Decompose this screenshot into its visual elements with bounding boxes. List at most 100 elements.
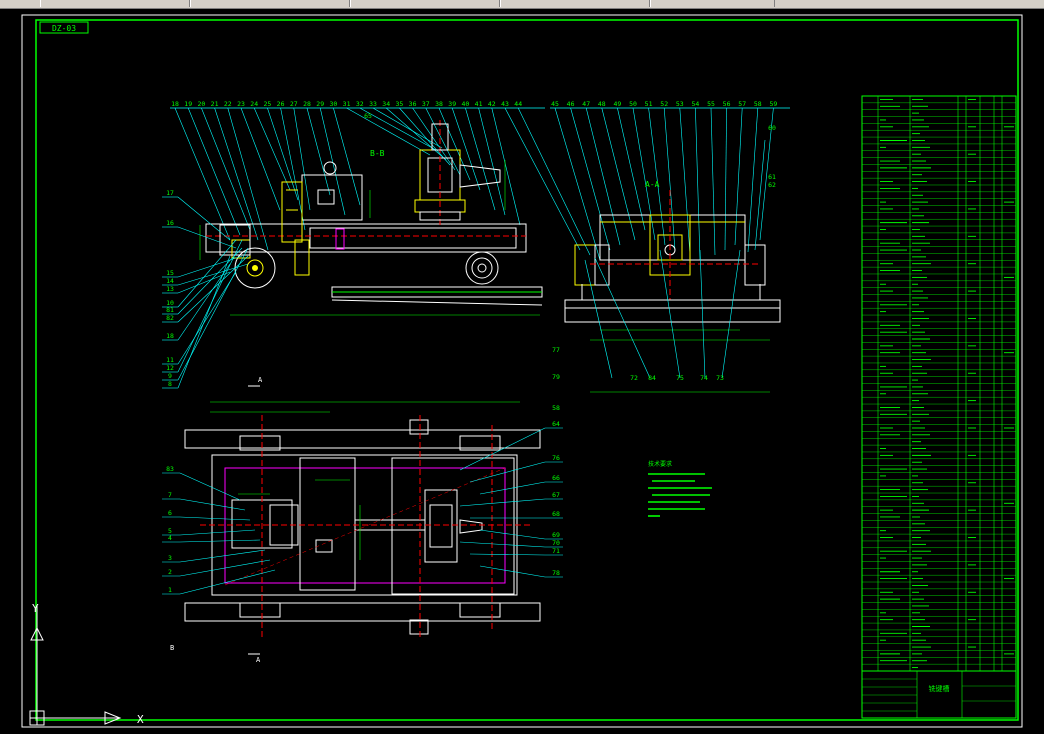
ucs-icon: Y X <box>29 602 144 726</box>
balloon-left-81: 81 <box>166 306 174 314</box>
balloon-27: 27 <box>290 100 298 108</box>
balloon-58: 58 <box>754 100 762 108</box>
balloon-28: 28 <box>303 100 311 108</box>
balloon-left-11: 11 <box>166 356 174 364</box>
balloon-26: 26 <box>277 100 285 108</box>
balloon-left-13: 13 <box>166 285 174 293</box>
balloon-misc-84: 84 <box>648 374 656 382</box>
balloon-32: 32 <box>356 100 364 108</box>
parts-list-table: 铣键槽 <box>861 95 1017 719</box>
toolbar-tab[interactable] <box>350 0 500 7</box>
balloon-left-15: 15 <box>166 269 174 277</box>
balloon-left-9: 9 <box>168 372 172 380</box>
balloon-30: 30 <box>329 100 337 108</box>
balloon-55: 55 <box>707 100 715 108</box>
balloon-misc-65: 65 <box>364 112 372 120</box>
balloon-41: 41 <box>475 100 483 108</box>
toolbar-tab[interactable] <box>500 0 650 7</box>
balloon-misc-58: 58 <box>552 404 560 412</box>
balloon-44: 44 <box>514 100 522 108</box>
balloon-plan-2: 2 <box>168 568 172 576</box>
section-aa-view: A-A <box>564 139 781 393</box>
balloon-left-18: 18 <box>166 332 174 340</box>
balloon-38: 38 <box>435 100 443 108</box>
balloon-19: 19 <box>184 100 192 108</box>
balloon-54: 54 <box>691 100 699 108</box>
balloon-left-16: 16 <box>166 219 174 227</box>
balloon-misc-74: 74 <box>700 374 708 382</box>
balloon-plan-6: 6 <box>168 509 172 517</box>
technical-requirements-note: 技术要求 <box>648 460 712 517</box>
cad-drawing-canvas[interactable]: DZ-03 18 19 20 21 22 23 24 25 26 27 28 29 30 31 32 33 34… <box>0 8 1044 734</box>
balloon-46: 46 <box>567 100 575 108</box>
view-marker-bottom-a: A <box>256 656 261 664</box>
section-aa-label: A-A <box>645 180 660 189</box>
balloon-37: 37 <box>422 100 430 108</box>
balloon-plan-66: 66 <box>552 474 560 482</box>
balloon-36: 36 <box>409 100 417 108</box>
balloon-47: 47 <box>582 100 590 108</box>
balloon-53: 53 <box>676 100 684 108</box>
balloon-40: 40 <box>461 100 469 108</box>
toolbar-tab[interactable] <box>190 0 350 7</box>
plan-view: A 837654321 647666676869707178 B A <box>162 376 563 664</box>
balloon-43: 43 <box>501 100 509 108</box>
balloon-plan-3: 3 <box>168 554 172 562</box>
balloon-45: 45 <box>551 100 559 108</box>
balloon-34: 34 <box>382 100 390 108</box>
view-marker-top: A <box>258 376 263 384</box>
ucs-y-label: Y <box>32 602 39 615</box>
balloon-left-14: 14 <box>166 277 174 285</box>
balloon-51: 51 <box>645 100 653 108</box>
balloon-plan-1: 1 <box>168 586 172 594</box>
balloon-left-82: 82 <box>166 314 174 322</box>
ucs-x-label: X <box>137 713 144 726</box>
balloon-29: 29 <box>316 100 324 108</box>
balloon-misc-73: 73 <box>716 374 724 382</box>
balloon-misc-72: 72 <box>630 374 638 382</box>
balloon-plan-71: 71 <box>552 547 560 555</box>
balloon-plan-68: 68 <box>552 510 560 518</box>
balloon-52: 52 <box>660 100 668 108</box>
balloon-22: 22 <box>224 100 232 108</box>
balloon-33: 33 <box>369 100 377 108</box>
balloon-plan-64: 64 <box>552 420 560 428</box>
balloon-misc-75: 75 <box>676 374 684 382</box>
balloon-left-12: 12 <box>166 364 174 372</box>
balloon-25: 25 <box>263 100 271 108</box>
balloon-misc-79: 79 <box>552 373 560 381</box>
balloon-20: 20 <box>197 100 205 108</box>
balloon-misc-61: 61 <box>768 173 776 181</box>
balloon-23: 23 <box>237 100 245 108</box>
balloon-left-8: 8 <box>168 380 172 388</box>
balloon-plan-4: 4 <box>168 534 172 542</box>
balloon-plan-69: 69 <box>552 531 560 539</box>
section-bb-label: B-B <box>370 149 385 158</box>
balloon-31: 31 <box>343 100 351 108</box>
balloon-plan-78: 78 <box>552 569 560 577</box>
balloon-misc-60: 60 <box>768 124 776 132</box>
balloon-39: 39 <box>448 100 456 108</box>
balloon-21: 21 <box>211 100 219 108</box>
balloon-56: 56 <box>723 100 731 108</box>
balloon-plan-70: 70 <box>552 539 560 547</box>
balloon-plan-76: 76 <box>552 454 560 462</box>
balloon-left-17: 17 <box>166 189 174 197</box>
section-bb-view: 18 19 20 21 22 23 24 25 26 27 28 29 30 31 32 33 34 35 36 37… <box>162 100 790 389</box>
toolbar-tab[interactable] <box>40 0 190 7</box>
balloon-misc-62: 62 <box>768 181 776 189</box>
balloon-plan-83: 83 <box>166 465 174 473</box>
balloon-plan-7: 7 <box>168 491 172 499</box>
balloon-59: 59 <box>769 100 777 108</box>
balloon-plan-67: 67 <box>552 491 560 499</box>
balloon-misc-77: 77 <box>552 346 560 354</box>
balloon-18: 18 <box>171 100 179 108</box>
toolbar-tab[interactable] <box>650 0 775 7</box>
balloon-49: 49 <box>613 100 621 108</box>
balloon-50: 50 <box>629 100 637 108</box>
balloon-35: 35 <box>395 100 403 108</box>
tech-title: 技术要求 <box>648 460 672 468</box>
title-block-name: 铣键槽 <box>929 684 950 693</box>
drawing-code: DZ-03 <box>52 24 76 33</box>
view-marker-bottom: B <box>170 644 174 652</box>
